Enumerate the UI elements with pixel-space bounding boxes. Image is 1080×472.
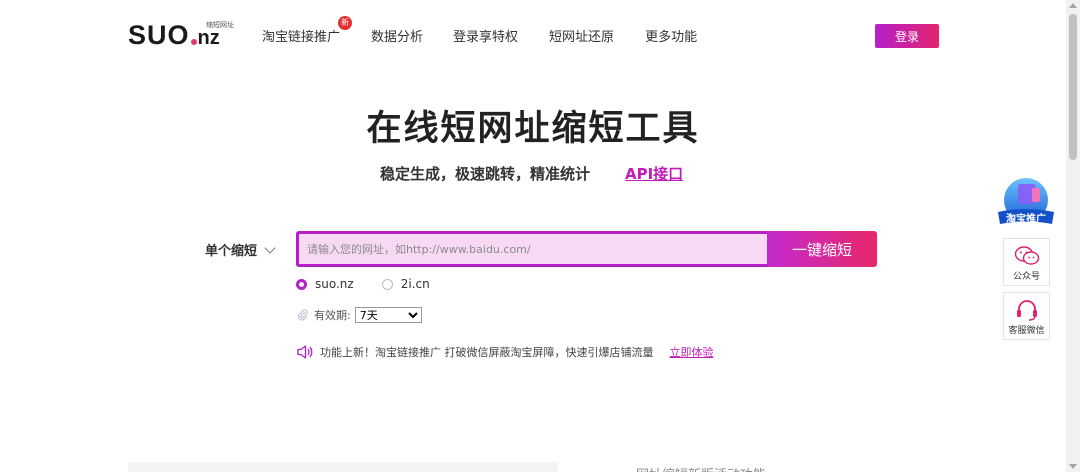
bottom-heading: 网址缩短新版活动功能: [636, 464, 766, 472]
validity-label: 有效期:: [314, 309, 351, 322]
nav-login-privileges[interactable]: 登录享特权: [453, 26, 518, 45]
speaker-icon: [297, 345, 313, 359]
validity-row: 有效期: 7天: [297, 307, 422, 323]
scroll-up-arrow[interactable]: [1069, 3, 1077, 8]
logo-tagline: 缩短网址: [206, 21, 234, 29]
wechat-icon: [1014, 246, 1039, 265]
api-link[interactable]: API接口: [625, 163, 683, 184]
service-label: 客服微信: [1008, 326, 1045, 336]
radio-2i-cn[interactable]: [381, 278, 393, 290]
page: SUO nz 缩短网址 淘宝链接推广 新 数据分析 登录享特权 短网址还原 更多…: [0, 0, 1080, 472]
mode-label: 单个缩短: [205, 244, 258, 259]
logo-dot: [190, 39, 197, 45]
nav-data-analysis[interactable]: 数据分析: [371, 26, 423, 45]
page-scrollbar[interactable]: [1066, 0, 1080, 472]
login-button[interactable]: 登录: [875, 24, 939, 48]
bottom-panel: [128, 462, 558, 472]
paperclip-icon: [297, 309, 308, 321]
wechat-label: 公众号: [1012, 272, 1040, 282]
main-nav: 淘宝链接推广 新 数据分析 登录享特权 短网址还原 更多功能: [262, 16, 728, 45]
radio-suo-nz[interactable]: [296, 278, 307, 290]
mode-dropdown[interactable]: 单个缩短: [205, 240, 276, 259]
url-input[interactable]: [299, 234, 768, 264]
wechat-official-account[interactable]: 公众号: [1003, 238, 1050, 286]
domain-options: suo.nz 2i.cn: [296, 277, 458, 291]
feature-notice: 功能上新！淘宝链接推广 打破微信屏蔽淘宝屏障，快速引爆店铺流量 立即体验: [296, 344, 714, 360]
taobao-promo-icon: 淘宝推广: [998, 178, 1054, 225]
domain-label-suo-nz[interactable]: suo.nz: [315, 277, 354, 291]
site-logo[interactable]: SUO nz 缩短网址: [128, 20, 234, 50]
page-subtitle: 稳定生成，极速跳转，精准统计: [380, 165, 591, 183]
headset-icon: [1016, 300, 1037, 321]
customer-service-wechat[interactable]: 客服微信: [1003, 292, 1050, 340]
taobao-promo-badge[interactable]: 淘宝推广: [996, 176, 1056, 232]
scroll-down-arrow[interactable]: [1069, 464, 1077, 469]
logo-wordmark: SUO: [128, 20, 190, 50]
chevron-down-icon: [264, 241, 276, 254]
nav-taobao-promo[interactable]: 淘宝链接推广 新: [262, 16, 353, 45]
nav-more-features[interactable]: 更多功能: [645, 26, 697, 45]
page-title: 在线短网址缩短工具: [366, 109, 700, 149]
domain-label-2i-cn[interactable]: 2i.cn: [401, 277, 430, 291]
url-input-wrapper: [296, 231, 768, 267]
nav-url-restore[interactable]: 短网址还原: [549, 26, 614, 45]
logo-tld: nz: [197, 27, 220, 49]
scroll-thumb[interactable]: [1069, 14, 1077, 160]
validity-select[interactable]: 7天: [354, 307, 422, 323]
notice-text: 功能上新！淘宝链接推广 打破微信屏蔽淘宝屏障，快速引爆店铺流量: [320, 346, 654, 359]
nav-label: 淘宝链接推广: [262, 30, 341, 45]
new-badge: 新: [338, 16, 353, 30]
shorten-button[interactable]: 一键缩短: [767, 231, 877, 267]
try-now-link[interactable]: 立即体验: [670, 344, 714, 360]
promo-text: 淘宝推广: [1006, 212, 1046, 225]
